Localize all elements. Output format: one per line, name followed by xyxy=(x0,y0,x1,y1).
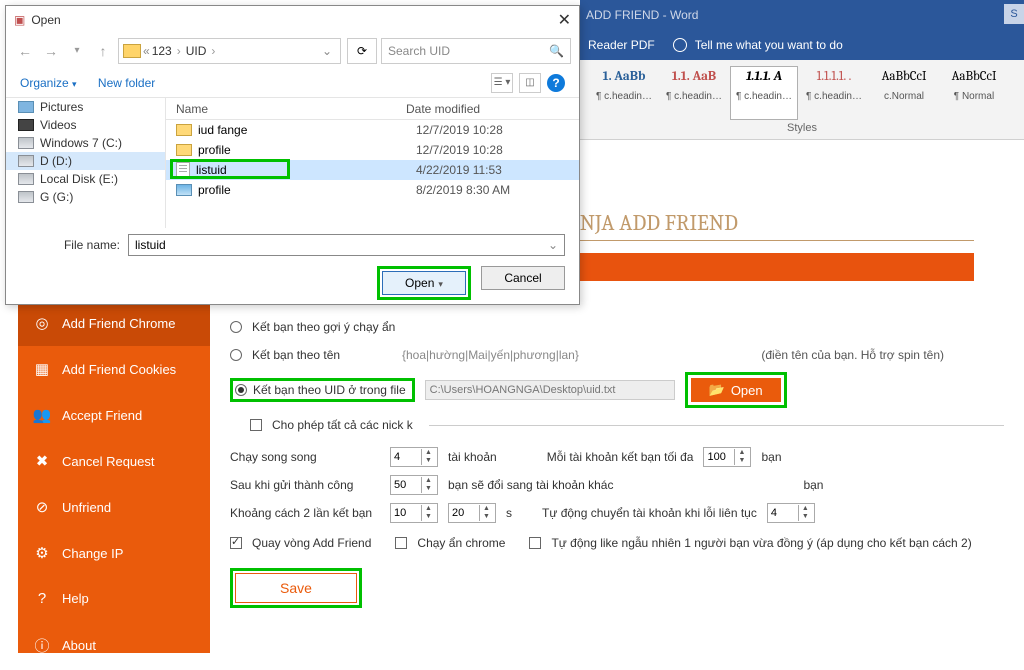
cookies-icon: ▦ xyxy=(32,360,52,378)
ninja-sidebar: ◎Add Friend Chrome ▦Add Friend Cookies 👥… xyxy=(18,300,210,653)
sidebar-item-cancel-request[interactable]: ✖Cancel Request xyxy=(18,438,210,484)
sidebar-item-about[interactable]: ⓘAbout xyxy=(18,621,210,670)
chk-allow-all[interactable] xyxy=(250,419,262,431)
sidebar-item-addfriend-cookies[interactable]: ▦Add Friend Cookies xyxy=(18,346,210,392)
help-icon: ? xyxy=(32,590,52,607)
sidebar-item-unfriend[interactable]: ⊘Unfriend xyxy=(18,484,210,530)
tree-pictures[interactable]: Pictures xyxy=(6,98,165,116)
word-titlebar: ADD FRIEND - Word S xyxy=(580,0,1024,30)
radio-name[interactable] xyxy=(230,349,242,361)
tree-drive-g[interactable]: G (G:) xyxy=(6,188,165,206)
spin-gap2[interactable]: ▲▼ xyxy=(448,503,496,523)
open-file-dialog: ▣ Open ✕ ← → ▾ ↑ « 123› UID› ⌄ ⟳ Search … xyxy=(5,5,580,305)
filename-input[interactable]: listuid ⌄ xyxy=(128,234,565,256)
breadcrumb[interactable]: « 123› UID› ⌄ xyxy=(118,38,341,64)
col-date[interactable]: Date modified xyxy=(406,102,579,116)
chk-hidden[interactable] xyxy=(395,537,407,549)
search-icon: 🔍 xyxy=(549,44,564,58)
radio-suggest[interactable] xyxy=(230,321,242,333)
sidebar-item-help[interactable]: ?Help xyxy=(18,576,210,621)
organize-menu[interactable]: Organize ▾ xyxy=(20,76,77,90)
styles-group-label: Styles xyxy=(580,122,1024,134)
refresh-icon[interactable]: ⟳ xyxy=(347,38,377,64)
chevron-down-icon[interactable]: ⌄ xyxy=(548,238,558,252)
chk-autolike[interactable] xyxy=(529,537,541,549)
spin-each-max[interactable]: ▲▼ xyxy=(703,447,751,467)
tree-videos[interactable]: Videos xyxy=(6,116,165,134)
file-row[interactable]: profile12/7/2019 10:28 xyxy=(166,140,579,160)
accept-icon: 👥 xyxy=(32,406,52,424)
tree-drive-c[interactable]: Windows 7 (C:) xyxy=(6,134,165,152)
cancel-icon: ✖ xyxy=(32,452,52,470)
chrome-icon: ◎ xyxy=(32,314,52,332)
nav-recent-icon[interactable]: ▾ xyxy=(66,40,88,62)
word-share-button[interactable]: S xyxy=(1004,4,1024,24)
spin-gap1[interactable]: ▲▼ xyxy=(390,503,438,523)
spin-after[interactable]: ▲▼ xyxy=(390,475,438,495)
dialog-open-button[interactable]: Open▾ xyxy=(382,271,466,295)
folder-tree: Pictures Videos Windows 7 (C:) D (D:) Lo… xyxy=(6,98,166,228)
col-name[interactable]: Name xyxy=(166,102,406,116)
bulb-icon xyxy=(673,38,687,52)
spin-autoswitch[interactable]: ▲▼ xyxy=(767,503,815,523)
file-row[interactable]: profile8/2/2019 8:30 AM xyxy=(166,180,579,200)
search-input[interactable]: Search UID 🔍 xyxy=(381,38,571,64)
file-row[interactable]: iud fange12/7/2019 10:28 xyxy=(166,120,579,140)
sidebar-item-accept-friend[interactable]: 👥Accept Friend xyxy=(18,392,210,438)
sidebar-item-change-ip[interactable]: ⚙Change IP xyxy=(18,530,210,576)
word-doc-title: ADD FRIEND - Word xyxy=(586,8,698,22)
nav-back-icon[interactable]: ← xyxy=(14,40,36,62)
folder-icon xyxy=(123,44,141,58)
nav-fwd-icon[interactable]: → xyxy=(40,40,62,62)
folder-icon xyxy=(176,144,192,156)
preview-pane-icon[interactable]: ◫ xyxy=(519,73,541,93)
nav-up-icon[interactable]: ↑ xyxy=(92,40,114,62)
tree-drive-e[interactable]: Local Disk (E:) xyxy=(6,170,165,188)
unfriend-icon: ⊘ xyxy=(32,498,52,516)
help-icon[interactable]: ? xyxy=(547,74,565,92)
close-icon[interactable]: ✕ xyxy=(558,10,571,30)
view-options-icon[interactable]: ☰ ▾ xyxy=(491,73,513,93)
open-uid-button[interactable]: 📂 Open xyxy=(691,378,781,402)
dialog-cancel-button[interactable]: Cancel xyxy=(481,266,565,290)
new-folder-button[interactable]: New folder xyxy=(98,76,155,90)
image-icon xyxy=(176,184,192,196)
filename-label: File name: xyxy=(20,238,120,252)
app-icon: ▣ xyxy=(14,13,25,27)
textfile-icon xyxy=(176,162,190,178)
radio-uid[interactable] xyxy=(235,384,247,396)
tree-drive-d[interactable]: D (D:) xyxy=(6,152,165,170)
uid-path-input[interactable] xyxy=(425,380,675,400)
tell-me-box[interactable]: Tell me what you want to do xyxy=(673,38,843,52)
spin-parallel[interactable]: ▲▼ xyxy=(390,447,438,467)
chevron-down-icon[interactable]: ⌄ xyxy=(322,44,336,58)
dialog-title: Open xyxy=(31,13,60,27)
file-row-selected[interactable]: listuid4/22/2019 11:53 xyxy=(166,160,579,180)
file-list: Name Date modified iud fange12/7/2019 10… xyxy=(166,98,579,228)
save-button[interactable]: Save xyxy=(235,573,357,603)
gear-icon: ⚙ xyxy=(32,544,52,562)
folder-icon xyxy=(176,124,192,136)
ribbon-tab-reader[interactable]: Reader PDF xyxy=(588,38,655,52)
folder-icon: 📂 xyxy=(709,382,725,398)
chk-loop[interactable] xyxy=(230,537,242,549)
